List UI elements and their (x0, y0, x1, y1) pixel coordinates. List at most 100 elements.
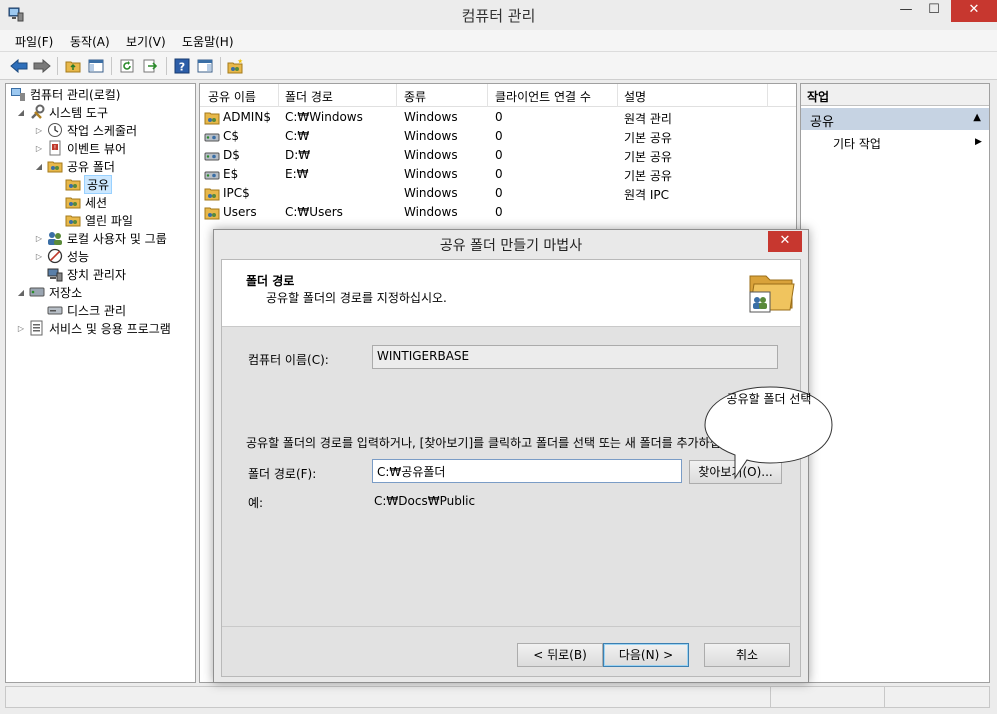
tree-item-label: 성능 (67, 249, 90, 264)
tree-item-label: 공유 (83, 174, 113, 194)
cell-share-name: ADMIN$ (223, 110, 271, 124)
list-header: 공유 이름 폴더 경로 종류 클라이언트 연결 수 설명 (200, 84, 796, 107)
close-button[interactable]: ✕ (951, 0, 997, 22)
tree-item-device-manager[interactable]: 장치 관리자 (47, 265, 126, 283)
example-path: C:₩Docs₩Public (374, 494, 476, 508)
folder-path-input[interactable]: C:₩공유폴더 (372, 459, 682, 483)
toolbar: ? (0, 52, 997, 80)
refresh-button[interactable] (117, 56, 137, 76)
export-list-button[interactable] (140, 56, 160, 76)
tree-item-shares[interactable]: 공유 (65, 174, 113, 194)
menu-help[interactable]: 도움말(H) (182, 33, 234, 50)
next-button[interactable]: 다음(N) > (603, 643, 689, 667)
table-row[interactable]: ADMIN$ C:₩Windows Windows 0 원격 관리 (200, 108, 796, 127)
cell-client-connections: 0 (495, 167, 503, 181)
actions-section-shares[interactable]: 공유 ▲ (801, 108, 989, 130)
menu-file[interactable]: 파일(F) (15, 33, 53, 50)
tree-item-local-users-groups[interactable]: ▷ 로컬 사용자 및 그룹 (34, 229, 167, 247)
tree-item-label: 저장소 (49, 285, 83, 300)
collapsed-arrow-icon[interactable]: ▷ (34, 252, 44, 261)
column-header-client-connections[interactable]: 클라이언트 연결 수 (495, 88, 591, 105)
column-header-description[interactable]: 설명 (624, 88, 646, 105)
cell-folder-path: C:₩Windows (285, 110, 363, 124)
computer-management-icon (11, 88, 25, 101)
disk-icon (47, 306, 63, 315)
tree-item-sessions[interactable]: 세션 (65, 193, 107, 211)
cell-client-connections: 0 (495, 110, 503, 124)
tree-item-open-files[interactable]: 열린 파일 (65, 211, 133, 229)
tree-item-disk-management[interactable]: 디스크 관리 (47, 301, 126, 319)
table-row[interactable]: Users C:₩Users Windows 0 (200, 203, 796, 222)
window-titlebar: 컴퓨터 관리 — ☐ ✕ (0, 0, 997, 30)
collapsed-arrow-icon[interactable]: ▷ (34, 234, 44, 243)
show-hide-tree-button[interactable] (86, 56, 106, 76)
collapsed-arrow-icon[interactable]: ▷ (16, 324, 26, 333)
create-shared-folder-wizard: 공유 폴더 만들기 마법사 ✕ 폴더 경로 공유할 폴더의 경로를 지정하십시오… (213, 229, 809, 683)
expanded-arrow-icon[interactable]: ◢ (34, 162, 44, 171)
cell-folder-path: C:₩Users (285, 205, 343, 219)
event-viewer-icon: ! (49, 140, 61, 156)
tree-item-label: 로컬 사용자 및 그룹 (67, 231, 167, 246)
cell-description: 원격 IPC (624, 188, 670, 202)
back-button[interactable]: < 뒤로(B) (517, 643, 603, 667)
minimize-button[interactable]: — (893, 0, 919, 22)
table-row[interactable]: D$ D:₩ Windows 0 기본 공유 (200, 146, 796, 165)
svg-text:!: ! (54, 145, 56, 152)
up-folder-button[interactable] (63, 56, 83, 76)
cell-description: 원격 관리 (624, 112, 672, 126)
tree-item-label: 시스템 도구 (49, 105, 109, 120)
tree-item-system-tools[interactable]: ◢ 시스템 도구 (16, 103, 108, 121)
clock-icon (48, 123, 62, 137)
expanded-arrow-icon[interactable]: ◢ (16, 288, 26, 297)
cell-folder-path: D:₩ (285, 148, 311, 162)
cancel-button[interactable]: 취소 (704, 643, 790, 667)
cell-description: 기본 공유 (624, 169, 672, 183)
column-header-type[interactable]: 종류 (404, 88, 426, 105)
users-icon (48, 232, 62, 245)
dialog-close-button[interactable]: ✕ (768, 231, 802, 252)
tree-item-label: 열린 파일 (85, 213, 133, 228)
table-row[interactable]: IPC$ Windows 0 원격 IPC (200, 184, 796, 203)
expanded-arrow-icon[interactable]: ◢ (16, 108, 26, 117)
collapse-icon[interactable]: ▲ (973, 112, 981, 123)
help-button[interactable]: ? (172, 56, 192, 76)
new-share-button[interactable] (225, 56, 245, 76)
actions-header: 작업 (801, 84, 989, 106)
browse-button[interactable]: 찾아보기(O)... (689, 460, 782, 484)
cell-client-connections: 0 (495, 205, 503, 219)
wizard-header: 폴더 경로 공유할 폴더의 경로를 지정하십시오. (222, 260, 800, 327)
services-icon (30, 320, 43, 336)
tree-item-computer-management[interactable]: 컴퓨터 관리(로컬) (10, 85, 120, 103)
cell-client-connections: 0 (495, 129, 503, 143)
tree-item-event-viewer[interactable]: ▷ ! 이벤트 뷰어 (34, 139, 126, 157)
cell-description: 기본 공유 (624, 150, 672, 164)
tree-item-shared-folders[interactable]: ◢ 공유 폴더 (34, 157, 115, 175)
more-actions-item[interactable]: 기타 작업 (833, 135, 881, 152)
back-button[interactable] (9, 56, 29, 76)
shared-folder-icon (749, 275, 795, 313)
menu-action[interactable]: 동작(A) (70, 33, 110, 50)
menu-view[interactable]: 보기(V) (126, 33, 166, 50)
collapsed-arrow-icon[interactable]: ▷ (34, 126, 44, 135)
show-hide-action-pane-button[interactable] (195, 56, 215, 76)
table-row[interactable]: E$ E:₩ Windows 0 기본 공유 (200, 165, 796, 184)
svg-text:?: ? (179, 61, 185, 74)
tree-item-performance[interactable]: ▷ 성능 (34, 247, 89, 265)
tree-item-services-applications[interactable]: ▷ 서비스 및 응용 프로그램 (16, 319, 171, 337)
column-header-share-name[interactable]: 공유 이름 (208, 88, 256, 105)
maximize-button[interactable]: ☐ (921, 0, 947, 22)
dialog-body: 폴더 경로 공유할 폴더의 경로를 지정하십시오. 컴퓨터 이름(C): WIN… (221, 259, 801, 677)
collapsed-arrow-icon[interactable]: ▷ (34, 144, 44, 153)
shared-folder-icon (47, 161, 63, 173)
table-row[interactable]: C$ C:₩ Windows 0 기본 공유 (200, 127, 796, 146)
refresh-icon (120, 59, 134, 73)
cell-share-name: Users (223, 205, 257, 219)
column-header-folder-path[interactable]: 폴더 경로 (285, 88, 333, 105)
tree-item-storage[interactable]: ◢ 저장소 (16, 283, 82, 301)
tree-item-task-scheduler[interactable]: ▷ 작업 스케줄러 (34, 121, 137, 139)
cell-type: Windows (404, 110, 458, 124)
forward-button[interactable] (32, 56, 52, 76)
wizard-step-title: 폴더 경로 (246, 274, 295, 288)
dialog-title: 공유 폴더 만들기 마법사 (439, 238, 583, 254)
tree-item-label: 세션 (85, 195, 108, 210)
